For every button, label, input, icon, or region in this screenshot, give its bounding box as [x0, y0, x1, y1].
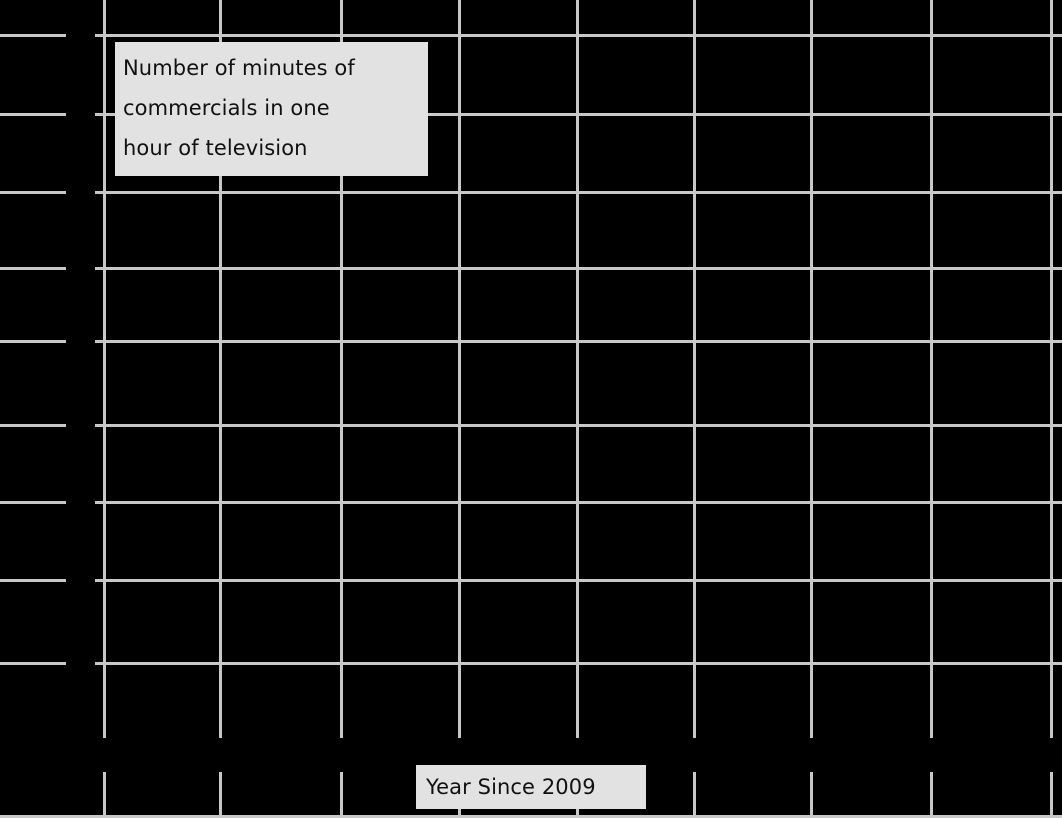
gridline-horizontal-left-stub-3 — [0, 191, 66, 194]
gridline-horizontal-5 — [103, 340, 1062, 343]
gridline-vertical-5-lower-stub — [693, 772, 696, 818]
y-axis-tick-mark-2 — [95, 113, 105, 116]
gridline-vertical-8-lower-stub — [1050, 772, 1053, 818]
gridline-vertical-axis-lower-stub — [103, 772, 106, 818]
gridline-horizontal-7 — [103, 501, 1062, 504]
gridline-vertical-2-lower-stub — [340, 772, 343, 818]
gridline-vertical-5 — [693, 0, 696, 738]
gridline-horizontal-left-stub-9 — [0, 662, 66, 665]
gridline-horizontal-left-stub-5 — [0, 340, 66, 343]
y-axis-tick-mark-9 — [95, 662, 105, 665]
gridline-horizontal-left-stub-4 — [0, 267, 66, 270]
gridline-horizontal-4 — [103, 267, 1062, 270]
gridline-horizontal-8 — [103, 579, 1062, 582]
chart-canvas: Number of minutes of commercials in one … — [0, 0, 1062, 818]
gridline-vertical-axis — [103, 0, 106, 738]
gridline-horizontal-1 — [103, 34, 1062, 37]
gridline-vertical-8 — [1050, 0, 1053, 738]
y-axis-label: Number of minutes of commercials in one … — [115, 42, 428, 176]
y-axis-tick-mark-8 — [95, 579, 105, 582]
gridline-horizontal-left-stub-2 — [0, 113, 66, 116]
gridline-horizontal-left-stub-1 — [0, 34, 66, 37]
gridline-vertical-1-lower-stub — [219, 772, 222, 818]
y-axis-tick-mark-3 — [95, 191, 105, 194]
gridline-horizontal-left-stub-8 — [0, 579, 66, 582]
gridline-horizontal-3 — [103, 191, 1062, 194]
gridline-horizontal-left-stub-7 — [0, 501, 66, 504]
x-axis-label: Year Since 2009 — [416, 765, 646, 809]
gridline-vertical-6-lower-stub — [810, 772, 813, 818]
gridline-vertical-7-lower-stub — [930, 772, 933, 818]
y-axis-tick-mark-1 — [95, 34, 105, 37]
gridline-vertical-7 — [930, 0, 933, 738]
y-axis-tick-mark-6 — [95, 424, 105, 427]
y-axis-tick-mark-5 — [95, 340, 105, 343]
gridline-horizontal-6 — [103, 424, 1062, 427]
gridline-horizontal-9 — [103, 662, 1062, 665]
y-axis-tick-mark-7 — [95, 501, 105, 504]
gridline-vertical-3 — [458, 0, 461, 738]
gridline-vertical-4 — [576, 0, 579, 738]
gridline-vertical-6 — [810, 0, 813, 738]
gridline-horizontal-left-stub-6 — [0, 424, 66, 427]
y-axis-tick-mark-4 — [95, 267, 105, 270]
